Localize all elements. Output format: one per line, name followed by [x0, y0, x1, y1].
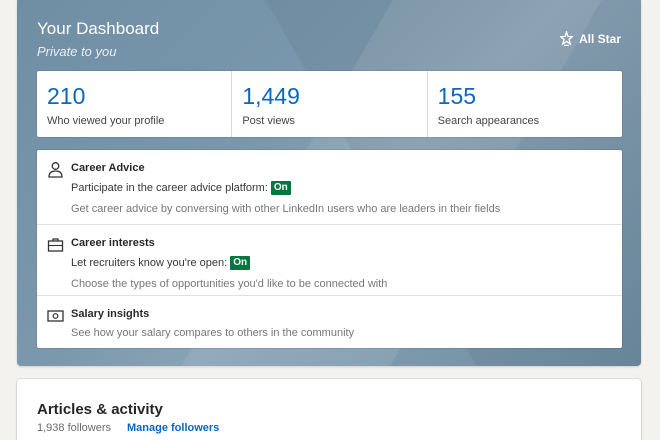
- feature-setting-text: Participate in the career advice platfor…: [71, 182, 268, 194]
- dashboard-title: Your Dashboard: [37, 19, 160, 38]
- status-badge: On: [270, 181, 291, 195]
- stat-value: 155: [437, 83, 477, 109]
- articles-meta: 1,938 followers Manage followers: [37, 422, 219, 434]
- stat-search-appearances[interactable]: 155 Search appearances: [428, 71, 622, 137]
- person-icon: [48, 162, 63, 178]
- stat-value: 210: [47, 83, 86, 109]
- feature-setting-text: Let recruiters know you're open:: [71, 257, 228, 269]
- stat-post-views[interactable]: 1,449 Post views: [232, 71, 428, 137]
- follower-count: 1,938 followers: [37, 422, 111, 434]
- feature-career-advice[interactable]: Career Advice Participate in the career …: [37, 150, 622, 225]
- feature-career-interests[interactable]: Career interests Let recruiters know you…: [37, 225, 622, 296]
- stat-label: Post views: [242, 115, 295, 127]
- stat-label: Who viewed your profile: [47, 115, 165, 127]
- features-panel: Career Advice Participate in the career …: [37, 150, 622, 348]
- articles-title: Articles & activity: [37, 401, 163, 418]
- manage-followers-link[interactable]: Manage followers: [127, 422, 219, 434]
- stat-value: 1,449: [242, 83, 300, 109]
- feature-description: Choose the types of opportunities you'd …: [71, 278, 388, 290]
- stats-panel: 210 Who viewed your profile 1,449 Post v…: [37, 71, 622, 137]
- feature-title: Salary insights: [71, 308, 150, 320]
- feature-setting-line: Participate in the career advice platfor…: [71, 181, 612, 195]
- feature-title: Career Advice: [71, 162, 145, 174]
- feature-setting-line: Let recruiters know you're open: On: [71, 256, 612, 270]
- feature-salary-insights[interactable]: Salary insights See how your salary comp…: [37, 296, 622, 348]
- status-badge: On: [230, 256, 251, 270]
- stat-profile-views[interactable]: 210 Who viewed your profile: [37, 71, 233, 137]
- badge-label: All Star: [578, 31, 621, 46]
- star-icon: [559, 31, 573, 46]
- briefcase-icon: [47, 238, 64, 252]
- stat-label: Search appearances: [437, 115, 540, 127]
- feature-title: Career interests: [71, 237, 155, 249]
- profile-strength-badge[interactable]: All Star: [559, 31, 621, 46]
- money-icon: [47, 310, 64, 322]
- dashboard-subtitle: Private to you: [37, 44, 117, 59]
- dashboard-card: Your Dashboard Private to you All Star 2…: [17, 0, 641, 366]
- feature-description: See how your salary compares to others i…: [71, 327, 355, 339]
- feature-description: Get career advice by conversing with oth…: [71, 203, 501, 215]
- articles-activity-card: Articles & activity 1,938 followers Mana…: [17, 379, 641, 440]
